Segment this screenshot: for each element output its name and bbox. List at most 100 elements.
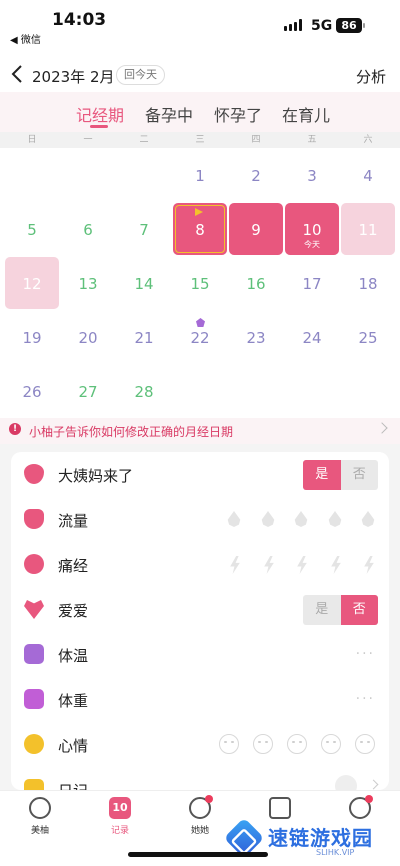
period-no-button[interactable]: 否 [341,460,379,490]
calendar-day-number: 15 [190,275,210,293]
love-yes-button[interactable]: 是 [303,595,341,625]
tab-trying[interactable]: 备孕中 [145,102,193,126]
weekday-header: 日 一 二 三 四 五 六 [0,132,400,148]
smiley-icon [24,734,44,754]
mood-face-icon[interactable] [287,734,307,754]
flow-drop-icon[interactable] [294,511,308,527]
chevron-right-icon [368,779,379,790]
record-flow: 流量 [11,497,389,541]
back-arrow-icon[interactable] [8,62,28,86]
calendar-day[interactable]: 25 [341,311,395,363]
calendar-day[interactable]: 5 [5,203,59,255]
mood-face-icon[interactable] [355,734,375,754]
calendar-day[interactable]: 10 今天 [285,203,339,255]
battery-icon: 86 [336,18,362,33]
notification-badge [365,795,373,803]
calendar-day[interactable]: 1 [173,149,227,201]
cramp-bolt-icon[interactable] [331,556,341,574]
tab-pregnant[interactable]: 怀孕了 [214,102,262,126]
calendar-day[interactable]: 6 [61,203,115,255]
tip-bar[interactable]: ! 小柚子告诉你如何修改正确的月经日期 [0,418,400,444]
period-yes-button[interactable]: 是 [303,460,341,490]
flow-drop-icon[interactable] [361,511,375,527]
calendar-day[interactable]: 28 [117,365,171,417]
flow-drop-icon[interactable] [328,511,342,527]
calendar-day-number: 21 [134,329,154,347]
calendar-day-number: 2 [251,167,261,185]
cramp-level-selector [227,556,377,574]
calendar-day[interactable]: 8 [173,203,227,255]
scale-icon [24,689,44,709]
mood-face-icon[interactable] [321,734,341,754]
calendar-day[interactable]: 24 [285,311,339,363]
record-diary[interactable]: 日记 [11,767,389,790]
record-temperature[interactable]: 体温 ··· [11,632,389,676]
diary-icon [24,779,44,790]
mood-face-icon[interactable] [219,734,239,754]
more-icon[interactable]: ··· [356,646,375,662]
flow-drop-icon[interactable] [227,511,241,527]
month-title[interactable]: 2023年 2月 [32,66,115,87]
calendar-day[interactable]: 12 [5,257,59,309]
calendar-day[interactable]: 26 [5,365,59,417]
ovulation-icon [196,318,205,327]
calendar-day-number: 18 [358,275,378,293]
calendar-day[interactable]: 22 [173,311,227,363]
tab-parenting[interactable]: 在育儿 [282,102,330,126]
tab-period[interactable]: 记经期 [76,102,124,126]
love-no-button[interactable]: 否 [340,595,378,625]
calendar-day[interactable]: 15 [173,257,227,309]
mood-face-icon[interactable] [253,734,273,754]
analyze-button[interactable]: 分析 [356,66,386,87]
bottom-tab-record[interactable]: 10 记录 [90,797,150,836]
thermometer-icon [24,644,44,664]
calendar-day[interactable]: 27 [61,365,115,417]
more-icon[interactable]: ··· [356,691,375,707]
back-to-today-button[interactable]: 回今天 [116,65,165,85]
tip-text[interactable]: 小柚子告诉你如何修改正确的月经日期 [29,423,233,440]
calendar-day[interactable]: 23 [229,311,283,363]
calendar-day-number: 24 [302,329,322,347]
calendar-day-number: 1 [195,167,205,185]
cramp-bolt-icon[interactable] [230,556,240,574]
calendar-day[interactable]: 13 [61,257,115,309]
back-to-app-link[interactable]: ◀ 微信 [10,31,41,46]
calendar-day[interactable]: 21 [117,311,171,363]
record-weight[interactable]: 体重 ··· [11,677,389,721]
watermark: 速链游戏园 SLIHK.VIP [220,812,400,866]
home-indicator[interactable] [128,852,268,857]
calendar-day-number: 25 [358,329,378,347]
record-love: 爱爱 是 否 [11,587,389,631]
calendar-day[interactable]: 11 [341,203,395,255]
bottom-tab-label: 美柚 [30,826,49,836]
calendar-day[interactable]: 20 [61,311,115,363]
flow-drop-icon[interactable] [261,511,275,527]
calendar-day[interactable]: 16 [229,257,283,309]
diary-add-icon[interactable] [335,775,357,790]
record-label: 流量 [58,512,89,530]
calendar-day[interactable]: 4 [341,149,395,201]
calendar-day[interactable]: 17 [285,257,339,309]
calendar-day[interactable]: 19 [5,311,59,363]
calendar-day-number: 27 [78,383,98,401]
calendar-day[interactable]: 2 [229,149,283,201]
cramp-bolt-icon[interactable] [264,556,274,574]
calendar-grid: 1 2 3 4 5 6 7 8 9 10 今天 11 12 13 14 15 16 17 18 19 20 21 22 23 2… [0,148,400,418]
calendar-day[interactable]: 3 [285,149,339,201]
flow-level-selector [227,511,377,529]
calendar-day[interactable]: 7 [117,203,171,255]
weekday-label: 五 [307,135,317,145]
mode-tabs: 记经期 备孕中 怀孕了 在育儿 [0,92,400,132]
bottom-tab-meiyou[interactable]: 美柚 [10,797,70,836]
cramp-bolt-icon[interactable] [297,556,307,574]
calendar-day[interactable]: 18 [341,257,395,309]
calendar-day-number: 20 [78,329,98,347]
meiyou-icon [29,797,51,819]
battery-tip [363,23,365,28]
record-label: 体重 [58,692,89,710]
calendar-day[interactable]: 14 [117,257,171,309]
calendar-day[interactable]: 9 [229,203,283,255]
record-label: 体温 [58,647,89,665]
weekday-label: 六 [363,135,373,145]
cramp-bolt-icon[interactable] [364,556,374,574]
